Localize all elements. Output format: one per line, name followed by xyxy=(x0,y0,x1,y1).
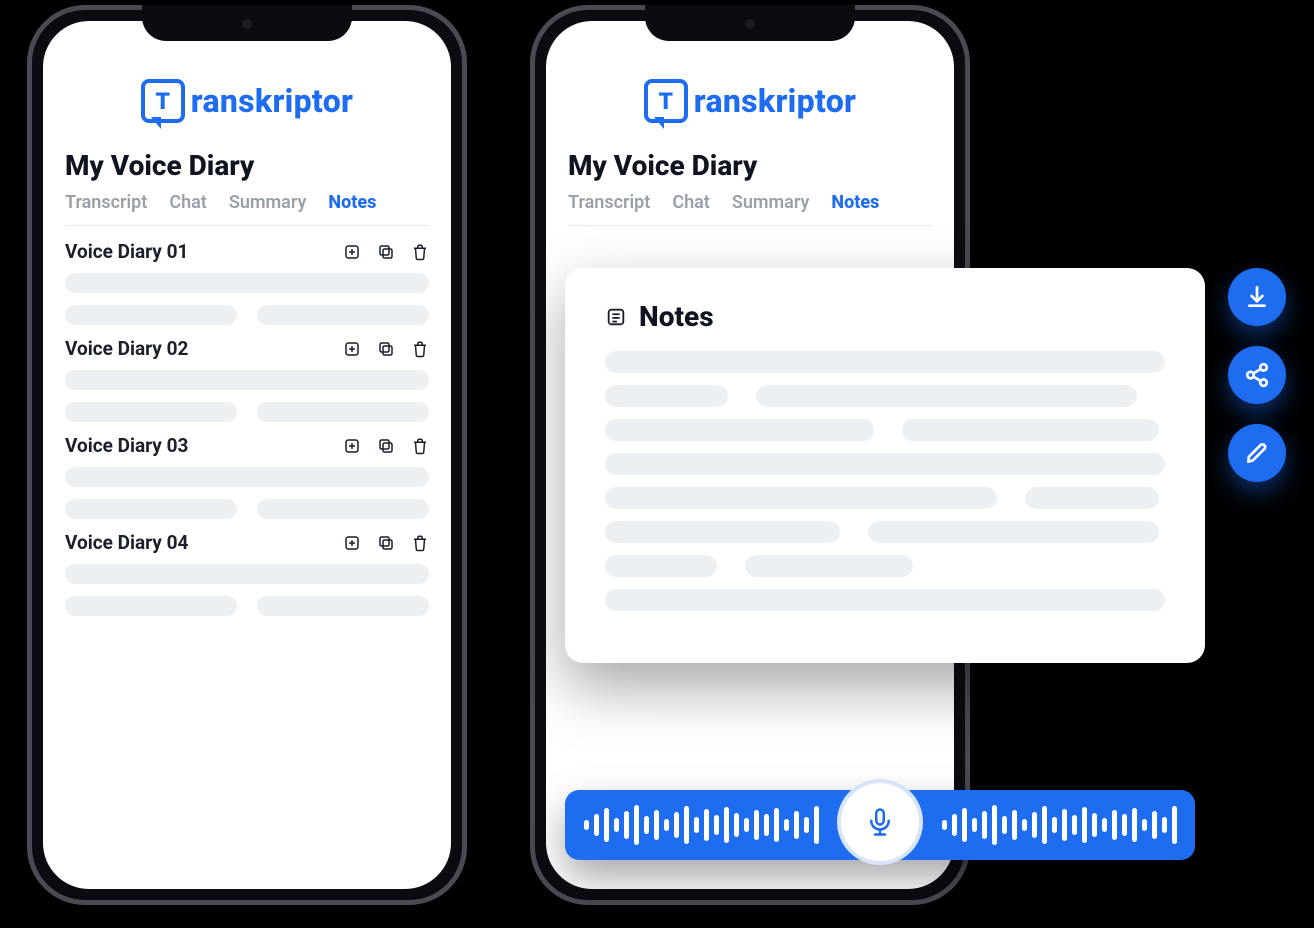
waveform-left xyxy=(565,805,837,845)
waveform-right xyxy=(923,805,1195,845)
logo-mark: T xyxy=(644,79,688,123)
add-icon[interactable] xyxy=(343,534,361,552)
tab-transcript[interactable]: Transcript xyxy=(65,192,147,213)
edit-icon xyxy=(1244,440,1270,466)
add-icon[interactable] xyxy=(343,243,361,261)
notes-body xyxy=(605,351,1165,611)
phone-notch xyxy=(645,5,855,41)
floating-actions xyxy=(1228,268,1286,482)
logo-text: ranskriptor xyxy=(694,82,857,120)
page-title: My Voice Diary xyxy=(65,149,429,182)
notes-icon xyxy=(605,306,627,328)
entry-title: Voice Diary 04 xyxy=(65,531,188,554)
phone-notch xyxy=(142,5,352,41)
trash-icon[interactable] xyxy=(411,340,429,358)
download-icon xyxy=(1244,284,1270,310)
tab-notes[interactable]: Notes xyxy=(831,192,879,213)
tab-summary[interactable]: Summary xyxy=(732,192,810,213)
placeholder-lines xyxy=(65,370,429,422)
diary-entry[interactable]: Voice Diary 02 xyxy=(65,337,429,422)
tab-chat[interactable]: Chat xyxy=(672,192,710,213)
logo-text: ranskriptor xyxy=(191,82,354,120)
add-icon[interactable] xyxy=(343,340,361,358)
record-button[interactable] xyxy=(837,779,923,865)
trash-icon[interactable] xyxy=(411,534,429,552)
share-icon xyxy=(1244,362,1270,388)
microphone-icon xyxy=(865,807,895,837)
trash-icon[interactable] xyxy=(411,243,429,261)
diary-entry[interactable]: Voice Diary 04 xyxy=(65,531,429,616)
download-button[interactable] xyxy=(1228,268,1286,326)
entry-actions xyxy=(343,243,429,261)
placeholder-lines xyxy=(65,273,429,325)
share-button[interactable] xyxy=(1228,346,1286,404)
record-bar xyxy=(565,790,1195,860)
copy-icon[interactable] xyxy=(377,243,395,261)
notes-card: Notes xyxy=(565,268,1205,663)
entry-actions xyxy=(343,534,429,552)
copy-icon[interactable] xyxy=(377,437,395,455)
diary-entry[interactable]: Voice Diary 01 xyxy=(65,240,429,325)
tab-transcript[interactable]: Transcript xyxy=(568,192,650,213)
tabs: Transcript Chat Summary Notes xyxy=(65,192,429,226)
copy-icon[interactable] xyxy=(377,340,395,358)
add-icon[interactable] xyxy=(343,437,361,455)
phone-screen-left: T ranskriptor My Voice Diary Transcript … xyxy=(43,21,451,889)
placeholder-lines xyxy=(65,467,429,519)
tab-summary[interactable]: Summary xyxy=(229,192,307,213)
page-title: My Voice Diary xyxy=(568,149,932,182)
tab-chat[interactable]: Chat xyxy=(169,192,207,213)
entry-title: Voice Diary 01 xyxy=(65,240,188,263)
diary-entry[interactable]: Voice Diary 03 xyxy=(65,434,429,519)
trash-icon[interactable] xyxy=(411,437,429,455)
placeholder-lines xyxy=(65,564,429,616)
phone-left: T ranskriptor My Voice Diary Transcript … xyxy=(27,5,467,905)
logo-mark: T xyxy=(141,79,185,123)
tab-notes[interactable]: Notes xyxy=(328,192,376,213)
edit-button[interactable] xyxy=(1228,424,1286,482)
copy-icon[interactable] xyxy=(377,534,395,552)
entry-title: Voice Diary 02 xyxy=(65,337,188,360)
entry-actions xyxy=(343,437,429,455)
tabs: Transcript Chat Summary Notes xyxy=(568,192,932,226)
notes-heading: Notes xyxy=(639,300,714,333)
entry-title: Voice Diary 03 xyxy=(65,434,188,457)
entry-actions xyxy=(343,340,429,358)
